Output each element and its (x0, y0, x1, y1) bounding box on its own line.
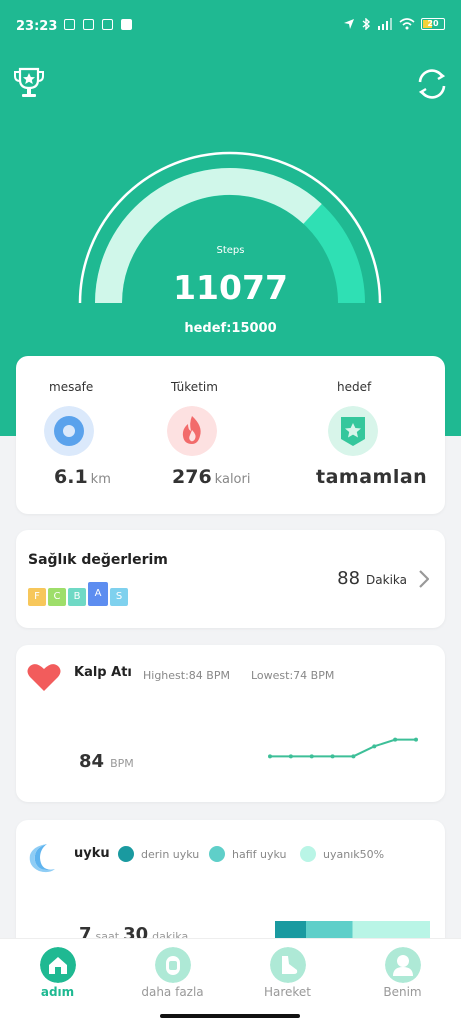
awake-dot (300, 846, 316, 862)
heart-highest: Highest:84 BPM (143, 669, 230, 682)
flame-icon (167, 406, 217, 456)
health-grade-scale: F C B A S (28, 582, 128, 606)
calorie-unit: kalori (214, 472, 251, 487)
sleep-bar-awake (352, 921, 430, 939)
tab-profile[interactable]: Benim (345, 939, 460, 1009)
tab-more-label: daha fazla (141, 985, 204, 999)
heart-rate-point (268, 754, 272, 759)
sleep-bar-deep (275, 921, 306, 939)
awake-label: uyanık50% (323, 847, 385, 861)
health-title: Sağlık değerlerim (28, 552, 168, 568)
tab-profile-label: Benim (383, 985, 422, 999)
stats-card: mesafe 6.1 km Tüketim 276 kalori hedef t… (16, 356, 445, 514)
grade-c: C (48, 588, 66, 606)
steps-value: 11077 (173, 268, 288, 307)
goal-label: hedef (337, 380, 372, 394)
heart-rate-point (351, 754, 356, 759)
heart-rate-point (372, 744, 377, 749)
grade-a-selected: A (88, 582, 108, 606)
legend-awake: uyanık50% (300, 846, 384, 862)
heart-rate-card[interactable]: Kalp Atı Highest:84 BPM Lowest:74 BPM 84… (16, 645, 445, 802)
heart-rate-point (330, 754, 335, 759)
heart-rate-chart (268, 737, 418, 759)
distance-label: mesafe (49, 380, 94, 394)
health-minutes: 88 Dakika (337, 568, 407, 589)
bottom-tab-bar: adım daha fazla Hareket Benim (0, 938, 461, 1024)
grade-b: B (68, 588, 86, 606)
shoe-icon (270, 947, 306, 983)
health-minutes-unit: Dakika (366, 573, 407, 587)
tab-activity-label: Hareket (263, 985, 312, 999)
badge-icon (328, 406, 378, 456)
tab-steps[interactable]: adım (0, 939, 115, 1009)
distance-unit: km (90, 472, 111, 487)
health-minutes-value: 88 (337, 568, 361, 589)
home-indicator (160, 1014, 300, 1018)
distance-icon (44, 406, 94, 456)
sleep-bar (275, 921, 430, 939)
goal-status: tamamlan (316, 466, 428, 488)
sleep-title: uyku (74, 846, 110, 861)
legend-light-sleep: hafif uyku (209, 846, 287, 862)
profile-icon (385, 947, 421, 983)
more-icon (155, 947, 191, 983)
light-sleep-dot (209, 846, 225, 862)
heart-lowest: Lowest:74 BPM (251, 669, 335, 682)
heart-rate-line (270, 738, 416, 758)
heart-current: 84 BPM (79, 751, 134, 772)
heart-current-unit: BPM (110, 757, 134, 770)
heart-rate-point (393, 737, 398, 742)
sleep-card[interactable]: uyku derin uyku hafif uyku uyanık50% 7 s… (16, 820, 445, 950)
calorie-stat[interactable]: Tüketim 276 kalori (159, 356, 302, 514)
home-icon (40, 947, 76, 983)
grade-f: F (28, 588, 46, 606)
light-sleep-label: hafif uyku (232, 847, 287, 861)
deep-sleep-label: derin uyku (141, 847, 200, 861)
heart-icon (27, 664, 61, 691)
grade-s: S (110, 588, 128, 606)
deep-sleep-dot (118, 846, 134, 862)
goal-stat[interactable]: hedef tamamlan (302, 356, 445, 514)
distance-value: 6.1 (54, 466, 88, 488)
calorie-label: Tüketim (171, 380, 218, 394)
distance-stat[interactable]: mesafe 6.1 km (16, 356, 159, 514)
calorie-value: 276 (172, 466, 212, 488)
heart-title: Kalp Atı (74, 665, 132, 680)
tab-more[interactable]: daha fazla (115, 939, 230, 1009)
heart-current-value: 84 (79, 751, 105, 772)
health-values-card[interactable]: Sağlık değerlerim F C B A S 88 Dakika (16, 530, 445, 628)
sleep-bar-light (306, 921, 353, 939)
chevron-right-icon[interactable] (419, 570, 429, 588)
heart-rate-point (414, 737, 418, 742)
tab-steps-label: adım (40, 985, 75, 999)
steps-goal: hedef:15000 (184, 321, 277, 336)
steps-label: Steps (216, 245, 245, 256)
tab-activity[interactable]: Hareket (230, 939, 345, 1009)
heart-rate-point (309, 754, 314, 759)
heart-rate-point (288, 754, 293, 759)
moon-icon (29, 844, 55, 873)
legend-deep-sleep: derin uyku (118, 846, 199, 862)
